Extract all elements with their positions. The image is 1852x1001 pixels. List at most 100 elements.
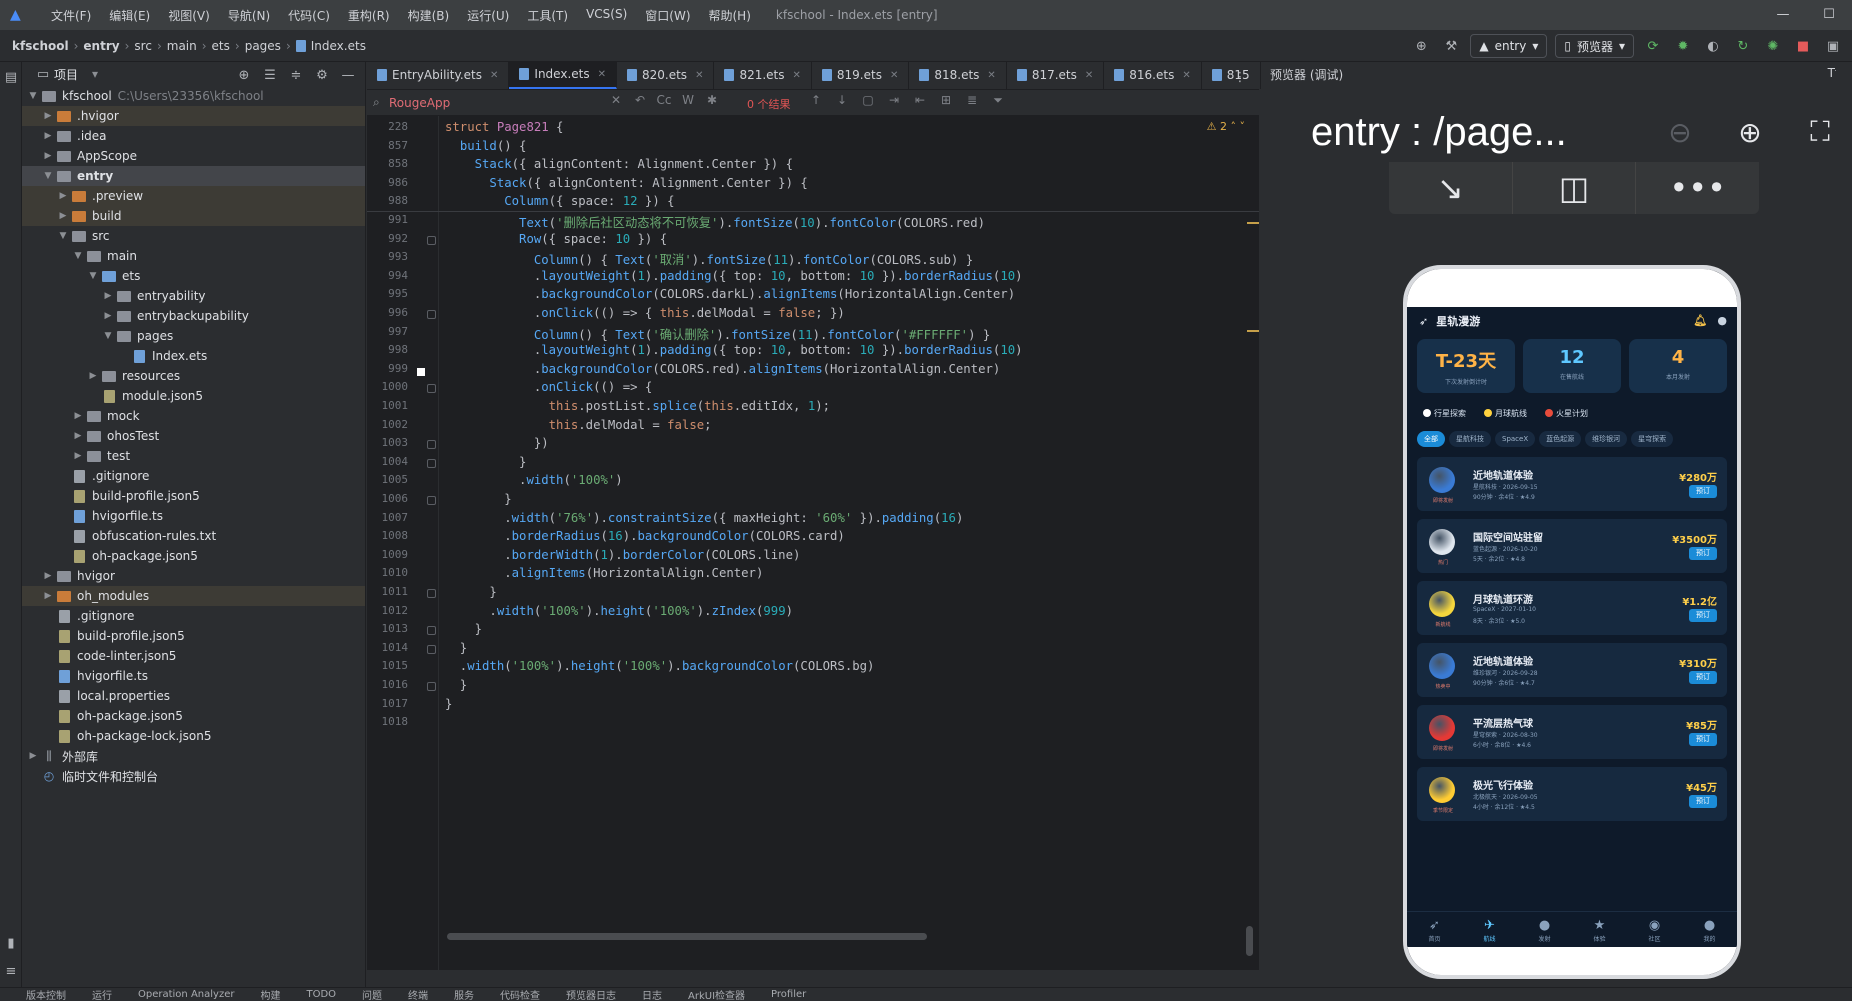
- chevron-right-icon[interactable]: ▶: [41, 591, 55, 601]
- chevron-down-icon[interactable]: ▼: [41, 171, 55, 181]
- close-icon[interactable]: ✕: [987, 70, 995, 81]
- company-filter[interactable]: SpaceX: [1495, 431, 1536, 447]
- app-tab-3[interactable]: ★ 体验: [1572, 912, 1627, 947]
- chevron-down-icon[interactable]: ▼: [71, 251, 85, 261]
- rerun-icon[interactable]: ⟳: [1642, 35, 1664, 57]
- clear-icon[interactable]: ✕: [607, 93, 625, 107]
- book-button[interactable]: 预订: [1689, 609, 1717, 622]
- whole-word-icon[interactable]: W: [679, 93, 697, 107]
- remove-cursor-icon[interactable]: ⇤: [911, 93, 929, 108]
- breadcrumb-item[interactable]: src: [134, 39, 152, 53]
- tree-item[interactable]: ▼ src: [22, 226, 365, 246]
- tree-item[interactable]: ▶ oh_modules: [22, 586, 365, 606]
- refresh-icon[interactable]: ↻: [1732, 35, 1754, 57]
- horizontal-scrollbar[interactable]: [447, 933, 927, 940]
- app-tab-5[interactable]: ● 我的: [1682, 912, 1737, 947]
- tree-item[interactable]: ▶ .hvigor: [22, 106, 365, 126]
- warning-marker[interactable]: [1247, 330, 1259, 332]
- tree-item[interactable]: obfuscation-rules.txt: [22, 526, 365, 546]
- bottom-tool-button[interactable]: 日志: [642, 988, 662, 1001]
- tree-item[interactable]: ▶ mock: [22, 406, 365, 426]
- select-occurrence-icon[interactable]: ⊞: [937, 93, 955, 108]
- tab-819-ets[interactable]: 819.ets ✕: [812, 61, 910, 89]
- tree-item[interactable]: ▶ resources: [22, 366, 365, 386]
- fold-marker-icon[interactable]: [427, 496, 436, 505]
- filter-icon[interactable]: ⏷: [989, 93, 1007, 108]
- tree-item[interactable]: build-profile.json5: [22, 626, 365, 646]
- arrow-up-icon[interactable]: ↑: [807, 93, 825, 108]
- chevron-right-icon[interactable]: ▶: [26, 751, 40, 761]
- vertical-scrollbar[interactable]: [1246, 926, 1253, 956]
- tree-item[interactable]: module.json5: [22, 386, 365, 406]
- book-button[interactable]: 预订: [1689, 485, 1717, 498]
- flight-card[interactable]: 热卖中 近地轨道体验 维珍银河 · 2026-09-28 90分钟 · 余6位 · ★…: [1417, 643, 1727, 697]
- tree-item[interactable]: hvigorfile.ts: [22, 666, 365, 686]
- menu-item[interactable]: 构建(B): [399, 7, 459, 24]
- book-button[interactable]: 预订: [1689, 733, 1717, 746]
- app-tab-4[interactable]: ◉ 社区: [1627, 912, 1682, 947]
- company-filter[interactable]: 维珍银河: [1585, 431, 1628, 447]
- tree-item[interactable]: ▶ AppScope: [22, 146, 365, 166]
- tab-820-ets[interactable]: 820.ets ✕: [617, 61, 715, 89]
- bottom-tool-button[interactable]: 版本控制: [26, 988, 66, 1001]
- tree-item[interactable]: build-profile.json5: [22, 486, 365, 506]
- warning-badge[interactable]: ⚠ 2 ˄ ˅: [1207, 120, 1245, 133]
- hide-panel-icon[interactable]: —: [337, 64, 359, 86]
- bottom-tool-button[interactable]: 预览器日志: [566, 988, 616, 1001]
- company-filter[interactable]: 星航科技: [1449, 431, 1491, 447]
- bottom-tool-button[interactable]: 运行: [92, 988, 112, 1001]
- menu-item[interactable]: VCS(S): [577, 7, 636, 24]
- tree-item[interactable]: local.properties: [22, 686, 365, 706]
- device-manager-icon[interactable]: ▣: [1822, 35, 1844, 57]
- tree-item[interactable]: ▶ .idea: [22, 126, 365, 146]
- history-icon[interactable]: ↶: [631, 93, 649, 107]
- tab-817-ets[interactable]: 817.ets ✕: [1007, 61, 1105, 89]
- fit-screen-icon[interactable]: ⛶: [1800, 112, 1840, 152]
- tree-item[interactable]: .gitignore: [22, 606, 365, 626]
- project-tool-icon[interactable]: ▤: [0, 66, 22, 88]
- add-cursor-icon[interactable]: ⇥: [885, 93, 903, 108]
- menu-item[interactable]: 编辑(E): [100, 7, 159, 24]
- tree-item[interactable]: ▶ ⫼ 外部库: [22, 746, 365, 766]
- bottom-tool-button[interactable]: Profiler: [771, 989, 806, 1000]
- app-tab-0[interactable]: ➶ 首页: [1407, 912, 1462, 947]
- fold-marker-icon[interactable]: [427, 626, 436, 636]
- gear-icon[interactable]: ⚙: [311, 64, 333, 86]
- chevron-right-icon[interactable]: ▶: [41, 111, 55, 121]
- tree-item[interactable]: ▼ entry: [22, 166, 365, 186]
- bottom-tool-button[interactable]: ArkUI检查器: [688, 988, 745, 1001]
- bottom-tool-button[interactable]: 终端: [408, 988, 428, 1001]
- tree-item[interactable]: ▼ kfschool C:\Users\23356\kfschool: [22, 86, 365, 106]
- fold-marker-icon[interactable]: [427, 235, 436, 245]
- category-chip[interactable]: 行星探索: [1417, 405, 1472, 421]
- filter-options-icon[interactable]: ≣: [963, 93, 981, 108]
- book-button[interactable]: 预订: [1689, 671, 1717, 684]
- arrow-down-icon[interactable]: ↓: [833, 93, 851, 108]
- tree-item[interactable]: ▶ ohosTest: [22, 426, 365, 446]
- fold-marker-icon[interactable]: [427, 440, 436, 450]
- chevron-down-icon[interactable]: ▼: [86, 271, 100, 281]
- chevron-right-icon[interactable]: ▶: [101, 291, 115, 301]
- flight-card[interactable]: 即将发射 平流层热气球 星穹探索 · 2026-08-30 6小时 · 余8位 · ★…: [1417, 705, 1727, 759]
- close-icon[interactable]: ✕: [1182, 70, 1190, 81]
- breadcrumb-item[interactable]: kfschool: [12, 39, 69, 53]
- close-icon[interactable]: ✕: [890, 70, 898, 81]
- close-icon[interactable]: ✕: [793, 70, 801, 81]
- menu-item[interactable]: 帮助(H): [700, 7, 760, 24]
- tree-item[interactable]: ▶ build: [22, 206, 365, 226]
- zoom-out-icon[interactable]: ⊖: [1660, 112, 1700, 152]
- tree-item[interactable]: ▼ ets: [22, 266, 365, 286]
- breakpoint-marker[interactable]: [417, 368, 425, 376]
- stop-icon[interactable]: ■: [1792, 35, 1814, 57]
- hammer-icon[interactable]: ⚒: [1440, 35, 1462, 57]
- chevron-down-icon[interactable]: ▼: [101, 331, 115, 341]
- attach-icon[interactable]: ◐: [1702, 35, 1724, 57]
- select-all-icon[interactable]: ▢: [859, 93, 877, 108]
- tree-item[interactable]: oh-package.json5: [22, 546, 365, 566]
- rotate-icon[interactable]: ↘: [1389, 162, 1513, 214]
- tab-entryability-ets[interactable]: EntryAbility.ets ✕: [367, 61, 510, 89]
- bottom-tool-button[interactable]: Operation Analyzer: [138, 989, 234, 1000]
- tree-item[interactable]: ◴ 临时文件和控制台: [22, 766, 365, 786]
- target-icon[interactable]: ⊕: [1410, 35, 1432, 57]
- code-editor[interactable]: 228 857 858 986 988 991 992 993 994 995 996 997 998 9…: [367, 116, 1259, 970]
